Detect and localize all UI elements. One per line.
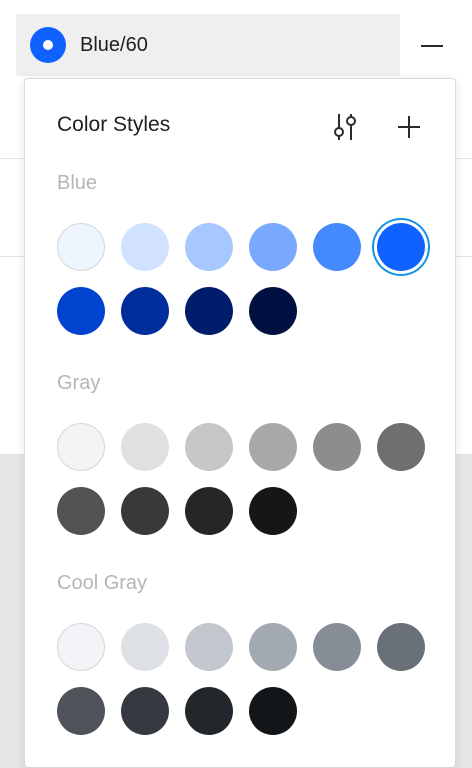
color-swatch[interactable] <box>185 623 233 671</box>
color-swatch[interactable] <box>121 223 169 271</box>
color-swatch[interactable] <box>121 487 169 535</box>
color-swatch[interactable] <box>185 223 233 271</box>
color-swatch-selected[interactable] <box>377 223 425 271</box>
color-swatch[interactable] <box>57 687 105 735</box>
color-swatch[interactable] <box>57 487 105 535</box>
sliders-icon <box>334 114 356 140</box>
color-swatch[interactable] <box>121 287 169 335</box>
filter-button[interactable] <box>325 107 365 147</box>
swatch-grid-blue <box>57 223 425 335</box>
remove-style-button[interactable] <box>412 30 452 62</box>
swatch-grid-cool-gray <box>57 623 425 735</box>
color-swatch[interactable] <box>249 223 297 271</box>
color-swatch[interactable] <box>121 623 169 671</box>
color-swatch[interactable] <box>185 423 233 471</box>
color-swatch[interactable] <box>185 287 233 335</box>
plus-icon <box>398 116 420 138</box>
color-swatch[interactable] <box>313 423 361 471</box>
color-swatch[interactable] <box>57 287 105 335</box>
color-swatch[interactable] <box>313 223 361 271</box>
selected-style-swatch <box>30 27 66 63</box>
color-styles-popover: Color Styles Blue Gray Cool Gray <box>24 78 456 768</box>
color-swatch[interactable] <box>57 423 105 471</box>
color-swatch[interactable] <box>249 287 297 335</box>
color-swatch[interactable] <box>377 623 425 671</box>
section-label-gray: Gray <box>57 372 101 394</box>
color-swatch[interactable] <box>185 487 233 535</box>
minus-icon <box>421 45 443 47</box>
section-label-cool-gray: Cool Gray <box>57 572 148 594</box>
selected-style-row[interactable]: Blue/60 <box>16 14 400 76</box>
color-swatch[interactable] <box>121 687 169 735</box>
swatch-grid-gray <box>57 423 425 535</box>
selected-style-name: Blue/60 <box>80 33 148 56</box>
add-style-button[interactable] <box>389 107 429 147</box>
section-label-blue: Blue <box>57 172 98 194</box>
color-swatch[interactable] <box>57 223 105 271</box>
color-swatch[interactable] <box>249 423 297 471</box>
color-swatch[interactable] <box>185 687 233 735</box>
color-swatch[interactable] <box>249 623 297 671</box>
color-swatch[interactable] <box>249 687 297 735</box>
color-swatch[interactable] <box>121 423 169 471</box>
swatch-center-dot <box>43 40 53 50</box>
color-swatch[interactable] <box>377 423 425 471</box>
color-swatch[interactable] <box>249 487 297 535</box>
color-swatch[interactable] <box>313 623 361 671</box>
panel-title: Color Styles <box>57 113 171 136</box>
color-swatch[interactable] <box>57 623 105 671</box>
